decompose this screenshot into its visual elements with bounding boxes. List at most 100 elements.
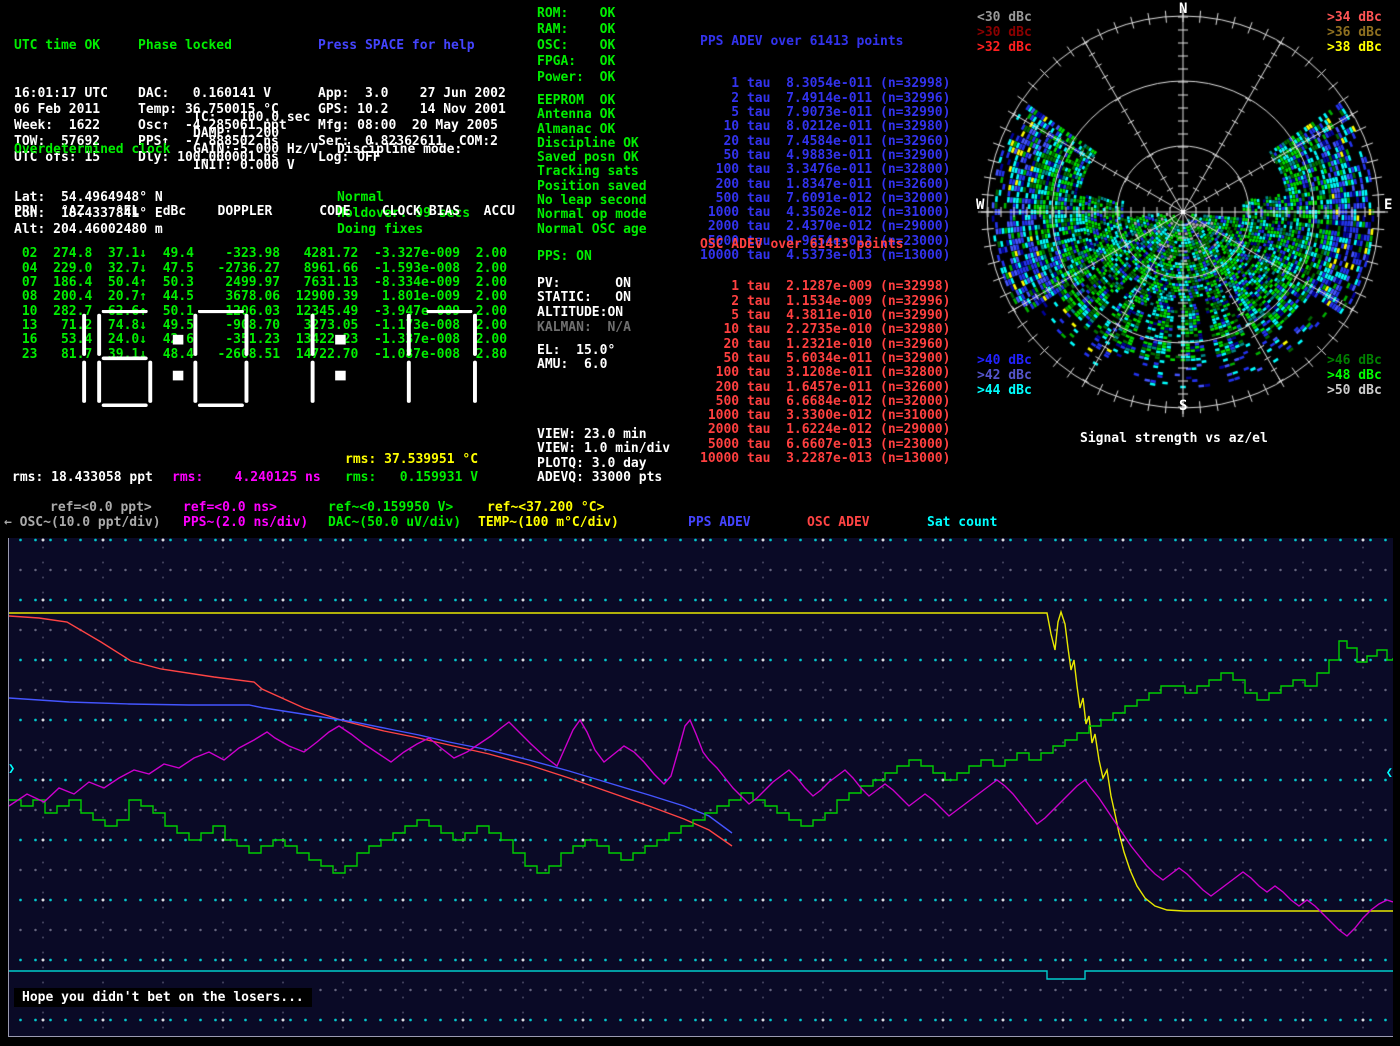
list-item: 08 200.4 20.7↑ 44.5 3678.06 12900.39 1.8… bbox=[14, 290, 515, 304]
utc-status: UTC time OK bbox=[14, 38, 108, 54]
phase-status: Phase locked bbox=[138, 38, 287, 54]
compass-east-label: E bbox=[1384, 197, 1392, 213]
list-item: 2 tau 7.4914e-011 (n=32996) bbox=[700, 92, 950, 106]
legend-dac-scale: DAC~(50.0 uV/div) bbox=[328, 515, 461, 530]
dbc-legend-top-left: <30 dBc>30 dBc>32 dBc bbox=[977, 10, 1032, 55]
list-item: <30 dBc bbox=[977, 10, 1032, 25]
signal-map: N S W E <30 dBc>30 dBc>32 dBc >34 dBc>36… bbox=[975, 0, 1400, 450]
list-item: >32 dBc bbox=[977, 40, 1032, 55]
list-item: Saved posn OK bbox=[537, 151, 647, 165]
list-item: OSC: OK bbox=[537, 38, 615, 54]
dbc-legend-top-right: >34 dBc>36 dBc>38 dBc bbox=[1327, 10, 1382, 55]
signal-map-caption: Signal strength vs az/el bbox=[1080, 431, 1268, 446]
list-item: PV: ON bbox=[537, 277, 631, 291]
list-item: VIEW: 23.0 min bbox=[537, 428, 670, 442]
pps-adev-title: PPS ADEV over 61413 points bbox=[700, 35, 950, 49]
list-item: Normal op mode bbox=[537, 208, 647, 222]
list-item: ADEVQ: 33000 pts bbox=[537, 471, 670, 485]
legend-pps-ref: ref=<0.0 ns> bbox=[183, 500, 277, 515]
trace-pps bbox=[9, 698, 732, 833]
list-item: 10000 tau 3.2287e-013 (n=13000) bbox=[700, 452, 950, 466]
list-item: >34 dBc bbox=[1327, 10, 1382, 25]
list-item: ROM: OK bbox=[537, 6, 615, 22]
list-item: FPGA: OK bbox=[537, 54, 615, 70]
strip-chart[interactable]: ❯ ❮ bbox=[8, 538, 1393, 1037]
list-item: 2 tau 1.1534e-009 (n=32996) bbox=[700, 295, 950, 309]
list-item: GAIN:-5.000 Hz/V bbox=[193, 142, 318, 158]
trace-pps-trace bbox=[9, 720, 1393, 936]
list-item: 1000 tau 3.3300e-012 (n=31000) bbox=[700, 409, 950, 423]
rms-dac: rms: 0.159931 V bbox=[345, 470, 478, 485]
osc-adev-rows: 1 tau 2.1287e-009 (n=32998) 2 tau 1.1534… bbox=[700, 280, 950, 466]
lady-heather-app: UTC time OK 16:01:17 UTC06 Feb 2011Week:… bbox=[0, 0, 1400, 1046]
osc-adev-title: OSC ADEV over 61413 points bbox=[700, 238, 950, 252]
list-item: EEPROM OK bbox=[537, 94, 647, 108]
strip-chart-traces bbox=[9, 538, 1393, 1036]
list-item: >46 dBc bbox=[1327, 353, 1382, 368]
list-item: 02 274.8 37.1↓ 49.4 -323.98 4281.72 -3.3… bbox=[14, 247, 515, 261]
list-item: 10 tau 2.2735e-010 (n=32980) bbox=[700, 323, 950, 337]
list-item: 200 tau 1.6457e-011 (n=32600) bbox=[700, 381, 950, 395]
list-item: TC: 100.0 sec bbox=[193, 110, 318, 126]
list-item: 5 tau 4.3811e-010 (n=32990) bbox=[700, 309, 950, 323]
device-status-block: ROM: OKRAM: OKOSC: OKFPGA: OKPower: OK bbox=[537, 6, 615, 86]
list-item: 50 tau 5.6034e-011 (n=32900) bbox=[700, 352, 950, 366]
help-hint: Press SPACE for help bbox=[318, 38, 506, 54]
list-item: 1 tau 2.1287e-009 (n=32998) bbox=[700, 280, 950, 294]
list-item: App: 3.0 27 Jun 2002 bbox=[318, 86, 506, 102]
legend-temp-ref: ref~<37.200 °C> bbox=[487, 500, 604, 515]
left-edge-marker: ❯ bbox=[8, 762, 15, 774]
rms-osc: rms: 18.433058 ppt bbox=[12, 470, 153, 485]
compass-west-label: W bbox=[976, 197, 984, 213]
list-item: VIEW: 1.0 min/div bbox=[537, 442, 670, 456]
list-item: >50 dBc bbox=[1327, 383, 1382, 398]
list-item: INIT: 0.000 V bbox=[193, 158, 318, 174]
pps-state: PPS: ON bbox=[537, 249, 592, 264]
list-item: DAC: 0.160141 V bbox=[138, 86, 287, 102]
kalman-flag: KALMAN: N/A bbox=[537, 320, 631, 335]
el-amu-block: EL: 15.0°AMU: 6.0 bbox=[537, 344, 615, 373]
compass-north-label: N bbox=[1179, 1, 1187, 17]
list-item: Normal OSC age bbox=[537, 223, 647, 237]
fix-flags-block: PV: ONSTATIC: ONALTITUDE:ON bbox=[537, 277, 631, 320]
list-item: >36 dBc bbox=[1327, 25, 1382, 40]
legend-osc-adev: OSC ADEV bbox=[807, 515, 870, 530]
list-item: Position saved bbox=[537, 180, 647, 194]
list-item: >38 dBc bbox=[1327, 40, 1382, 55]
odclock-heading: Overdetermined clock bbox=[14, 142, 171, 158]
view-block: VIEW: 23.0 minVIEW: 1.0 min/divPLOTQ: 3.… bbox=[537, 428, 670, 485]
list-item: Tracking sats bbox=[537, 165, 647, 179]
list-item: 100 tau 3.3476e-011 (n=32800) bbox=[700, 163, 950, 177]
trace-dac bbox=[9, 641, 1393, 873]
legend-pps-scale: PPS~(2.0 ns/div) bbox=[183, 515, 308, 530]
list-item: 10 tau 8.0212e-011 (n=32980) bbox=[700, 120, 950, 134]
list-item: 100 tau 3.1208e-011 (n=32800) bbox=[700, 366, 950, 380]
list-item: PLOTQ: 3.0 day bbox=[537, 457, 670, 471]
list-item: >44 dBc bbox=[977, 383, 1032, 398]
list-item: ALTITUDE:ON bbox=[537, 306, 631, 320]
list-item: 1 tau 8.3054e-011 (n=32998) bbox=[700, 77, 950, 91]
legend-osc-scale: ← OSC~(10.0 ppt/div) bbox=[4, 515, 161, 530]
status-message: Hope you didn't bet on the losers... bbox=[14, 988, 312, 1007]
list-item: Antenna OK bbox=[537, 108, 647, 122]
list-item: 07 186.4 50.4↑ 50.3 2499.97 7631.13 -8.3… bbox=[14, 276, 515, 290]
list-item: >42 dBc bbox=[977, 368, 1032, 383]
list-item: 20 tau 7.4584e-011 (n=32960) bbox=[700, 135, 950, 149]
list-item: EL: 15.0° bbox=[537, 344, 615, 358]
rms-temp: rms: 37.539951 °C bbox=[345, 452, 478, 467]
satellite-table-header: PRN °AZ °EL dBc DOPPLER CODE CLOCK BIAS … bbox=[14, 205, 515, 219]
legend-sat-count: Sat count bbox=[927, 515, 997, 530]
list-item: Almanac OK bbox=[537, 123, 647, 137]
compass-south-label: S bbox=[1179, 398, 1187, 414]
trace-osc bbox=[9, 616, 732, 846]
legend-pps-adev: PPS ADEV bbox=[688, 515, 751, 530]
dbc-legend-bottom-right: >46 dBc>48 dBc>50 dBc bbox=[1327, 353, 1382, 398]
osc-adev-table: OSC ADEV over 61413 points 1 tau 2.1287e… bbox=[700, 209, 950, 495]
list-item: Discipline OK bbox=[537, 137, 647, 151]
loop-params-block: TC: 100.0 secDAMP: 1.200GAIN:-5.000 Hz/V… bbox=[193, 110, 318, 174]
list-item: RAM: OK bbox=[537, 22, 615, 38]
seven-segment-display bbox=[30, 310, 490, 408]
list-item: Power: OK bbox=[537, 70, 615, 86]
list-item: 20 tau 1.2321e-010 (n=32960) bbox=[700, 338, 950, 352]
list-item: 16:01:17 UTC bbox=[14, 86, 108, 102]
